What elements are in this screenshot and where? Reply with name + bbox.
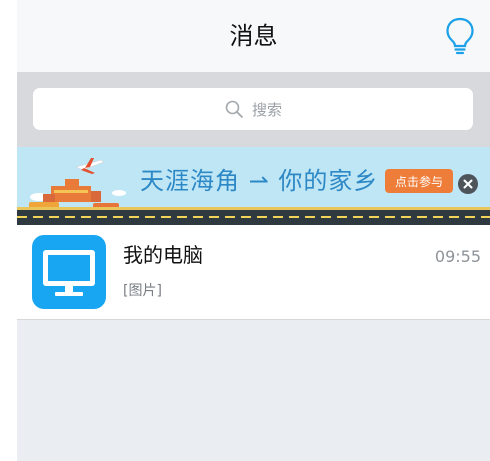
page-title: 消息 [229,22,278,50]
banner-close-button[interactable] [458,174,478,194]
conversation-preview: [图片] [123,283,162,299]
screen: 消息 搜索 天涯海角 ⇀ 你的家乡 点击参与 我的电脑 09:55 [图片] [0,0,490,461]
computer-monitor-icon [43,250,95,296]
conversation-name: 我的电脑 [123,243,203,267]
header-bar: 消息 [17,0,490,72]
lightbulb-button[interactable] [444,16,476,56]
search-area: 搜索 [17,72,490,147]
conversation-item[interactable]: 我的电脑 09:55 [图片] [17,225,490,320]
conversation-time: 09:55 [434,247,481,266]
search-placeholder: 搜索 [251,100,282,119]
promo-banner[interactable]: 天涯海角 ⇀ 你的家乡 点击参与 [17,147,490,225]
search-input[interactable]: 搜索 [33,88,473,130]
banner-road-markings [17,216,490,218]
avatar [32,235,106,309]
left-margin [0,0,17,461]
messages-app: 消息 搜索 天涯海角 ⇀ 你的家乡 点击参与 我的电脑 09:55 [图片] [17,0,490,461]
join-button[interactable]: 点击参与 [385,169,453,193]
banner-title: 天涯海角 ⇀ 你的家乡 [140,167,379,195]
search-icon [225,100,243,118]
search-content: 搜索 [33,88,473,130]
close-icon [463,179,473,189]
lightbulb-icon [446,17,474,55]
airplane-icon [75,158,105,174]
